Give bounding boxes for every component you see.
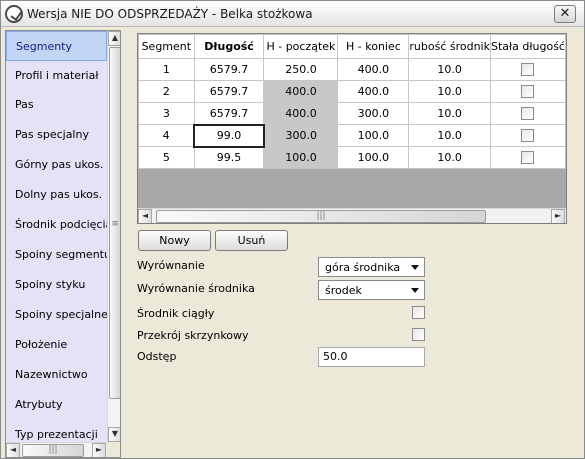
cell-grubosc[interactable]: 10.0	[408, 102, 491, 125]
cell-h-poczatek: 400.0	[263, 102, 339, 125]
web-alignment-label: Wyrównanie środnika	[137, 282, 255, 295]
cell-h-poczatek[interactable]: 250.0	[263, 58, 339, 81]
new-segment-button[interactable]: Nowy	[138, 230, 211, 251]
table-row: 4 99.0 300.0 100.0 10.0	[138, 123, 566, 148]
alignment-value: góra środnika	[325, 261, 401, 274]
sidebar-item-spoiny-specjalne[interactable]: Spoiny specjalne	[6, 300, 107, 330]
table-row: 2 6579.7 400.0 400.0 10.0	[138, 80, 566, 103]
table-row: 3 6579.7 400.0 300.0 10.0	[138, 102, 566, 125]
cell-stala-dlugosc	[489, 146, 566, 169]
cell-h-poczatek: 400.0	[263, 80, 339, 103]
app-logo-icon	[5, 5, 23, 23]
delete-segment-button[interactable]: Usuń	[215, 230, 288, 251]
cell-h-koniec[interactable]: 400.0	[337, 58, 410, 81]
scroll-right-arrow-icon[interactable]: ►	[92, 443, 106, 457]
sidebar-item-dolny-pas-ukos[interactable]: Dolny pas ukos.	[6, 180, 107, 210]
spacing-input[interactable]: 50.0	[318, 347, 425, 367]
cell-h-poczatek: 100.0	[263, 146, 339, 169]
cell-dlugosc-focused[interactable]: 99.0	[193, 123, 265, 148]
table-header-row: Segment Długość H - początek H - koniec …	[138, 34, 566, 59]
sidebar: Segmenty Profil i materiał Pas Pas specj…	[5, 30, 121, 458]
column-header-h-poczatek[interactable]: H - początek	[263, 34, 339, 59]
grid-hscroll-thumb[interactable]: |||	[156, 210, 486, 223]
column-header-segment[interactable]: Segment	[138, 34, 195, 59]
sidebar-item-pas[interactable]: Pas	[6, 90, 107, 120]
stala-dlugosc-checkbox[interactable]	[521, 129, 535, 143]
cell-h-koniec[interactable]: 100.0	[337, 124, 410, 147]
scroll-left-arrow-icon[interactable]: ◄	[6, 443, 20, 457]
sidebar-item-atrybuty[interactable]: Atrybuty	[6, 390, 107, 420]
cell-stala-dlugosc	[489, 80, 566, 103]
scroll-corner	[107, 442, 120, 457]
stala-dlugosc-checkbox[interactable]	[521, 107, 535, 121]
cell-dlugosc[interactable]: 6579.7	[193, 58, 265, 81]
cell-h-koniec[interactable]: 300.0	[337, 102, 410, 125]
cell-stala-dlugosc	[489, 58, 566, 81]
cell-grubosc[interactable]: 10.0	[408, 80, 491, 103]
stala-dlugosc-checkbox[interactable]	[521, 63, 535, 77]
box-section-checkbox[interactable]	[412, 328, 425, 341]
sidebar-item-polozenie[interactable]: Położenie	[6, 330, 107, 360]
grid-horizontal-scrollbar[interactable]: ◄ ||| ►	[138, 208, 566, 223]
sidebar-item-typ-prezentacji[interactable]: Typ prezentacji	[6, 420, 107, 442]
grid-scroll-left-arrow-icon[interactable]: ◄	[138, 209, 152, 223]
grid-scroll-right-arrow-icon[interactable]: ►	[551, 209, 565, 223]
scroll-up-arrow-icon[interactable]: ▲	[108, 31, 120, 46]
cell-grubosc[interactable]: 10.0	[408, 58, 491, 81]
sidebar-item-gorny-pas-ukos[interactable]: Górny pas ukos.	[6, 150, 107, 180]
column-header-dlugosc[interactable]: Długość	[193, 34, 265, 59]
cell-h-koniec[interactable]: 400.0	[337, 80, 410, 103]
sidebar-item-srodnik-podciecia[interactable]: Środnik podcięcia	[6, 210, 107, 240]
cell-segment: 5	[138, 146, 195, 169]
cell-stala-dlugosc	[489, 102, 566, 125]
web-alignment-value: środek	[325, 284, 362, 297]
cell-dlugosc[interactable]: 99.5	[193, 146, 265, 169]
sidebar-list: Segmenty Profil i materiał Pas Pas specj…	[6, 31, 107, 442]
cell-segment: 1	[138, 58, 195, 81]
sidebar-item-pas-specjalny[interactable]: Pas specjalny	[6, 120, 107, 150]
sidebar-item-segmenty[interactable]: Segmenty	[6, 31, 107, 61]
segments-grid: Segment Długość H - początek H - koniec …	[137, 33, 567, 224]
sidebar-hscroll-thumb[interactable]: |||	[22, 444, 84, 457]
chevron-down-icon	[411, 288, 419, 293]
stala-dlugosc-checkbox[interactable]	[521, 85, 535, 99]
sidebar-item-nazewnictwo[interactable]: Nazewnictwo	[6, 360, 107, 390]
alignment-select[interactable]: góra środnika	[318, 257, 425, 277]
cell-stala-dlugosc	[489, 124, 566, 147]
window-title: Wersja NIE DO ODSPRZEDAŻY - Belka stożko…	[27, 7, 313, 21]
title-bar: Wersja NIE DO ODSPRZEDAŻY - Belka stożko…	[1, 1, 584, 27]
web-alignment-select[interactable]: środek	[318, 280, 425, 300]
spacing-label: Odstęp	[137, 350, 177, 363]
cell-segment: 4	[138, 124, 195, 147]
cell-h-poczatek: 300.0	[263, 124, 339, 147]
cell-grubosc[interactable]: 10.0	[408, 146, 491, 169]
sidebar-vertical-scrollbar[interactable]: ▲ ≡ ▼	[107, 31, 120, 442]
stala-dlugosc-checkbox[interactable]	[521, 151, 535, 165]
column-header-grubosc-srodnika[interactable]: rubość środnik	[408, 34, 491, 59]
cell-dlugosc[interactable]: 6579.7	[193, 102, 265, 125]
column-header-h-koniec[interactable]: H - koniec	[337, 34, 410, 59]
cell-grubosc[interactable]: 10.0	[408, 124, 491, 147]
box-section-label: Przekrój skrzynkowy	[137, 329, 249, 342]
dialog-window: Wersja NIE DO ODSPRZEDAŻY - Belka stożko…	[0, 0, 585, 459]
sidebar-item-spoiny-styku[interactable]: Spoiny styku	[6, 270, 107, 300]
cell-segment: 2	[138, 80, 195, 103]
table-row: 5 99.5 100.0 100.0 10.0	[138, 146, 566, 169]
sidebar-item-spoiny-segmentu[interactable]: Spoiny segmentu	[6, 240, 107, 270]
table-row: 1 6579.7 250.0 400.0 10.0	[138, 58, 566, 81]
sidebar-horizontal-scrollbar[interactable]: ◄ ||| ►	[6, 442, 107, 457]
cell-h-koniec[interactable]: 100.0	[337, 146, 410, 169]
scroll-down-arrow-icon[interactable]: ▼	[108, 427, 120, 442]
continuous-web-checkbox[interactable]	[412, 306, 425, 319]
sidebar-item-profil-i-material[interactable]: Profil i materiał	[6, 61, 107, 91]
cell-dlugosc[interactable]: 6579.7	[193, 80, 265, 103]
cell-segment: 3	[138, 102, 195, 125]
chevron-down-icon	[411, 265, 419, 270]
segments-table: Segment Długość H - początek H - koniec …	[138, 34, 566, 169]
close-button[interactable]: ✕	[554, 5, 576, 23]
sidebar-scroll-thumb[interactable]: ≡	[109, 47, 120, 399]
continuous-web-label: Środnik ciągły	[137, 307, 215, 320]
alignment-label: Wyrównanie	[137, 259, 205, 272]
column-header-stala-dlugosc[interactable]: Stała długość	[489, 34, 566, 59]
